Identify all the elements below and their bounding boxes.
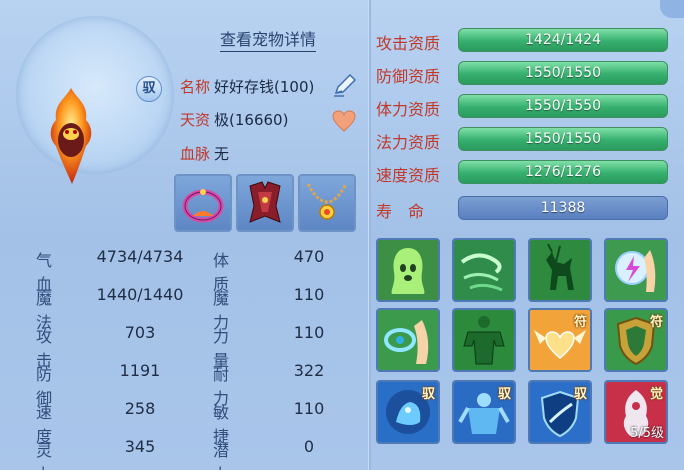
stat-label: 灵力: [36, 441, 53, 470]
pet-detail-panel: 驭 查看宠物详情 名称 好好存钱(100) 天资 极(16660) 血脉无 气血…: [0, 0, 684, 470]
mana-quality-bar: 1550/1550: [458, 127, 668, 151]
necklace-icon: [306, 183, 348, 220]
corner-tab: [660, 0, 684, 18]
stat-value: 4734/4734: [96, 247, 184, 266]
equipment-slot-collar[interactable]: [174, 174, 232, 232]
stat-value: 110: [293, 399, 325, 418]
aptitude-row: 天资 极(16660): [180, 109, 288, 130]
column-divider: [368, 0, 371, 470]
collar-icon: [182, 189, 224, 223]
skill-yu-lion[interactable]: 驭: [376, 380, 440, 444]
yu-badge: 驭: [421, 387, 435, 402]
skill-beast[interactable]: [528, 238, 592, 302]
wind-skill-icon: [454, 240, 514, 300]
defense-quality-bar: 1550/1550: [458, 61, 668, 85]
equipment-slot-armor[interactable]: [236, 174, 294, 232]
mana-quality-label: 法力资质: [376, 133, 441, 152]
attack-quality-label: 攻击资质: [376, 34, 441, 53]
skill-angel-heart[interactable]: 符: [528, 308, 592, 372]
attack-quality-bar: 1424/1424: [458, 28, 668, 52]
defense-quality-label: 防御资质: [376, 67, 441, 86]
stat-value: 1191: [119, 361, 161, 380]
water-palm-icon: [378, 310, 438, 370]
stat-value: 703: [124, 323, 156, 342]
edit-name-icon[interactable]: [332, 72, 358, 98]
skill-shield[interactable]: 符: [604, 308, 668, 372]
speed-quality-bar: 1276/1276: [458, 160, 668, 184]
bloodline-value: 无: [214, 145, 230, 163]
skill-lightning-palm[interactable]: [604, 238, 668, 302]
awaken-level: 5/5级: [630, 426, 664, 441]
armor-icon: [249, 181, 281, 223]
stat-value: 110: [293, 285, 325, 304]
stat-label: 潜力: [213, 441, 230, 470]
lifespan-bar: 11388: [458, 196, 668, 220]
name-row: 名称 好好存钱(100): [180, 76, 314, 97]
skill-ghost[interactable]: [376, 238, 440, 302]
stat-value: 1440/1440: [96, 285, 184, 304]
lifespan-label: 寿 命: [376, 202, 425, 221]
stat-value: 345: [124, 437, 156, 456]
name-label: 名称: [180, 78, 211, 96]
skill-awaken[interactable]: 觉 5/5级: [604, 380, 668, 444]
lightning-palm-icon: [606, 240, 666, 300]
heart-icon[interactable]: [332, 110, 356, 132]
skill-wind[interactable]: [452, 238, 516, 302]
bloodline-row: 血脉无: [180, 143, 229, 164]
muscle-skill-icon: [454, 310, 514, 370]
skill-muscle[interactable]: [452, 308, 516, 372]
stamina-quality-bar: 1550/1550: [458, 94, 668, 118]
stat-value: 322: [293, 361, 325, 380]
fu-badge: 符: [573, 315, 587, 330]
yu-badge: 驭: [497, 387, 511, 402]
bloodline-label: 血脉: [180, 145, 211, 163]
skill-yu-shield[interactable]: 驭: [528, 380, 592, 444]
stat-value: 0: [303, 437, 315, 456]
stat-value: 470: [293, 247, 325, 266]
skill-yu-warrior[interactable]: 驭: [452, 380, 516, 444]
yu-tag-badge: 驭: [136, 76, 162, 102]
jue-badge: 觉: [649, 387, 663, 402]
aptitude-value: 极(16660): [214, 111, 289, 129]
yu-badge: 驭: [573, 387, 587, 402]
equipment-slot-necklace[interactable]: [298, 174, 356, 232]
speed-quality-label: 速度资质: [376, 166, 441, 185]
stamina-quality-label: 体力资质: [376, 100, 441, 119]
stat-value: 110: [293, 323, 325, 342]
fu-badge: 符: [649, 315, 663, 330]
skill-water-palm[interactable]: [376, 308, 440, 372]
view-details-link[interactable]: 查看宠物详情: [220, 26, 317, 52]
ghost-skill-icon: [378, 240, 438, 300]
name-value: 好好存钱(100): [214, 78, 315, 96]
pet-sprite-icon: [50, 88, 92, 184]
antelope-skill-icon: [530, 240, 590, 300]
stat-value: 258: [124, 399, 156, 418]
aptitude-label: 天资: [180, 111, 211, 129]
